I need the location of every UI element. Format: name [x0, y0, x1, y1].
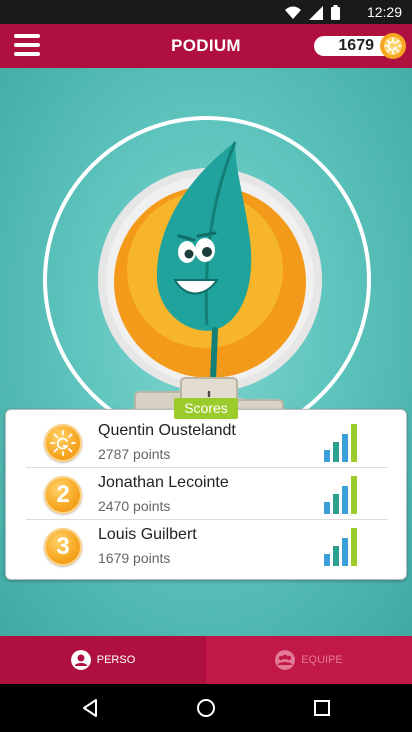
stats-icon[interactable] [324, 476, 358, 514]
sun-coin-icon [380, 33, 406, 59]
scores-card: Quentin Oustelandt 2787 points 2 Jonatha… [5, 409, 407, 580]
scores-tag: Scores [174, 398, 238, 419]
score-value: 1679 [338, 37, 374, 54]
player-name: Jonathan Lecointe [98, 474, 229, 491]
stats-icon[interactable] [324, 424, 358, 462]
player-name: Louis Guilbert [98, 526, 197, 543]
signal-icon [309, 5, 323, 20]
stats-icon[interactable] [324, 528, 358, 566]
rank-medal: 3 [44, 528, 82, 566]
wifi-icon [285, 6, 301, 19]
sun-coin-icon [50, 430, 76, 456]
player-name: Quentin Oustelandt [98, 422, 236, 439]
bottom-nav: PERSO EQUIPE [0, 636, 412, 684]
status-time: 12:29 [366, 4, 402, 20]
app-bar: PODIUM 1679 [0, 24, 412, 68]
player-points: 1679 points [98, 550, 171, 566]
table-row[interactable]: 2 Jonathan Lecointe 2470 points [26, 468, 388, 520]
table-row[interactable]: Quentin Oustelandt 2787 points [26, 416, 388, 468]
recents-icon[interactable] [310, 696, 334, 720]
person-icon [70, 650, 91, 670]
back-icon[interactable] [78, 696, 102, 720]
rank-number: 3 [56, 533, 70, 560]
rank-number: 2 [56, 481, 70, 508]
home-icon[interactable] [194, 696, 218, 720]
player-points: 2470 points [98, 498, 171, 514]
tab-equipe-label: EQUIPE [301, 654, 343, 666]
table-row[interactable]: 3 Louis Guilbert 1679 points [26, 520, 388, 572]
status-icons [285, 5, 340, 20]
tab-perso-label: PERSO [96, 654, 136, 666]
tab-perso[interactable]: PERSO [0, 636, 206, 684]
status-bar: 12:29 [0, 0, 412, 24]
battery-icon [331, 5, 340, 20]
rank-medal: 2 [44, 476, 82, 514]
score-counter: 1679 [314, 33, 406, 59]
system-nav [0, 684, 412, 732]
tab-equipe[interactable]: EQUIPE [206, 636, 412, 684]
player-points: 2787 points [98, 446, 171, 462]
rank-medal [44, 424, 82, 462]
team-icon [275, 650, 296, 670]
